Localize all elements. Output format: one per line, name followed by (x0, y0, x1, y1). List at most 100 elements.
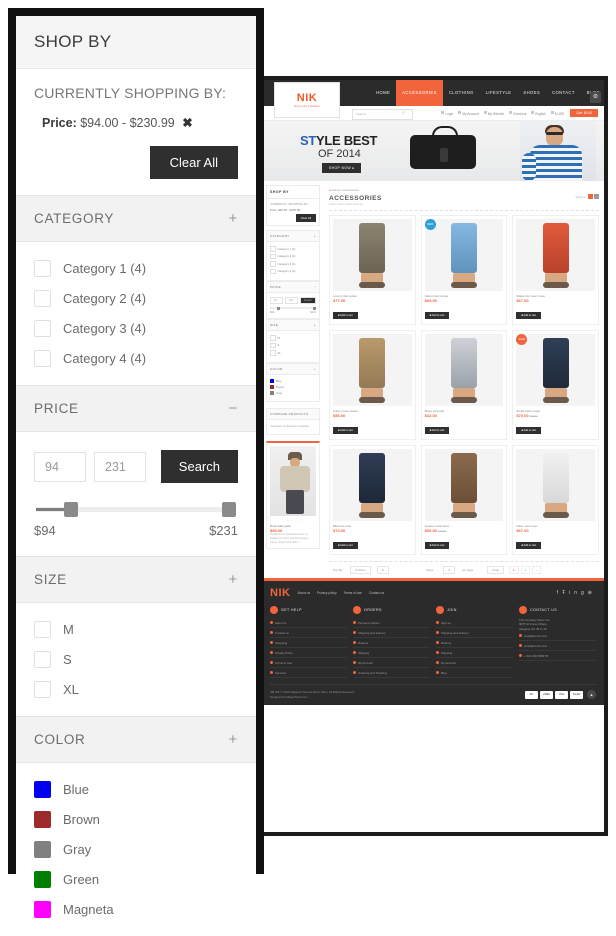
slider-handle-max[interactable] (222, 502, 236, 517)
category-option[interactable]: Category 3 (4) (34, 320, 238, 337)
site-menu-item[interactable]: CLOTHING (443, 80, 480, 106)
color-option[interactable]: Magneta (34, 901, 238, 918)
category-option[interactable]: Category 2 (4) (34, 290, 238, 307)
checkbox-icon[interactable] (34, 350, 51, 367)
footer-list-item[interactable]: Shipping (436, 648, 513, 658)
site-menu-item[interactable]: LIFESTYLE (480, 80, 518, 106)
product-card[interactable]: Bika lore pisa $74.00 ■ Add to cart (329, 445, 416, 555)
social-icon[interactable]: g (581, 590, 588, 596)
footer-list-item[interactable]: Returns (436, 638, 513, 648)
footer-link[interactable]: Contact us (369, 591, 384, 595)
footer-list-item[interactable]: My Account (436, 658, 513, 668)
site-menu-item[interactable]: HOME (370, 80, 396, 106)
cart-button[interactable]: Cart: $0.00 (570, 109, 598, 117)
sidebar-size-option[interactable]: XL (270, 350, 316, 356)
checkbox-icon[interactable] (34, 651, 51, 668)
remove-filter-icon[interactable]: ✖ (182, 116, 192, 130)
sidebar-clear-all[interactable]: Clear All (295, 214, 316, 222)
sidebar-color-option[interactable]: Brown (270, 384, 316, 389)
color-option[interactable]: Green (34, 871, 238, 888)
size-option[interactable]: XL (34, 681, 238, 698)
utility-link[interactable]: My Wishlist (483, 110, 504, 116)
footer-list-item[interactable]: Services (270, 668, 347, 678)
product-card[interactable]: Quase muza sima $60.00 $68.00 ■ Add to car… (420, 445, 508, 555)
size-option[interactable]: S (34, 651, 238, 668)
utility-link[interactable]: My Account (458, 110, 479, 116)
color-swatch[interactable] (34, 841, 51, 858)
sidebar-category-option[interactable]: Category 3 (4) (270, 261, 316, 267)
add-to-cart-button[interactable]: ■ Add to cart (516, 542, 542, 549)
category-option[interactable]: Category 1 (4) (34, 260, 238, 277)
product-card[interactable]: Futen moten katen $56.00 ■ Add to cart (329, 330, 416, 440)
color-swatch[interactable] (34, 901, 51, 918)
footer-list-item[interactable]: Payment options (353, 618, 430, 628)
color-option[interactable]: Blue (34, 781, 238, 798)
shop-now-button[interactable]: SHOP NOW ▸ (322, 163, 362, 173)
utility-link[interactable]: Checkout (508, 110, 526, 116)
utility-link[interactable]: $ USD (550, 110, 564, 116)
back-to-top-button[interactable]: ▲ (587, 690, 596, 699)
size-accordion-header[interactable]: SIZE + (16, 556, 256, 603)
add-to-cart-button[interactable]: ■ Add to cart (333, 427, 358, 434)
site-menu-item[interactable]: CONTACT (546, 80, 581, 106)
footer-link[interactable]: Privacy policy (317, 591, 337, 595)
sidebar-color-option[interactable]: Gray (270, 390, 316, 395)
product-card[interactable]: Mase pola taki $32.00 ■ Add to cart (420, 330, 508, 440)
footer-list-item[interactable]: Shipping and delivery (436, 628, 513, 638)
clear-all-button[interactable]: Clear All (149, 146, 238, 179)
footer-list-item[interactable]: Privacy Policy (270, 648, 347, 658)
sidebar-color-header[interactable]: COLOR + (266, 362, 320, 374)
search-icon[interactable]: ⚲ (402, 110, 405, 115)
footer-list-item[interactable]: Shipping and delivery (353, 628, 430, 638)
add-to-cart-button[interactable]: ■ Add to cart (424, 312, 450, 319)
price-range-slider[interactable] (36, 502, 236, 517)
add-to-cart-button[interactable]: ■ Add to cart (424, 542, 450, 549)
page-2[interactable]: 2 (520, 566, 531, 574)
sidebar-category-option[interactable]: Category 1 (4) (270, 246, 316, 252)
sidebar-price-slider[interactable] (270, 306, 316, 310)
sidebar-category-option[interactable]: Category 4 (4) (270, 268, 316, 274)
checkbox-icon[interactable] (34, 320, 51, 337)
sidebar-price-max[interactable]: 231 (284, 297, 298, 304)
color-swatch[interactable] (34, 871, 51, 888)
page-next[interactable]: › (532, 566, 542, 574)
product-card[interactable]: SALE Simas kiten rugas $70.00 $78.00 ■ Add … (512, 330, 599, 440)
sidebar-price-header[interactable]: PRICE − (266, 281, 320, 292)
product-card[interactable]: Loren miten polas $77.00 ■ Add to cart (329, 215, 416, 325)
footer-list-item[interactable]: Blog (436, 668, 513, 678)
add-to-cart-button[interactable]: ■ Add to cart (424, 427, 450, 434)
contact-email[interactable]: email@smdn.com (519, 631, 596, 642)
color-option[interactable]: Brown (34, 811, 238, 828)
footer-list-item[interactable]: Terms of Use (270, 658, 347, 668)
add-to-cart-button[interactable]: ■ Add to cart (516, 312, 542, 319)
footer-social-icons[interactable]: fŦing⊕ (557, 590, 596, 596)
category-accordion-header[interactable]: CATEGORY + (16, 195, 256, 242)
sidebar-size-option[interactable]: M (270, 335, 316, 341)
slider-handle-min[interactable] (64, 502, 78, 517)
sidebar-color-option[interactable]: Blue (270, 378, 316, 383)
sidebar-category-option[interactable]: Category 2 (4) (270, 253, 316, 259)
price-search-button[interactable]: Search (160, 450, 238, 483)
size-option[interactable]: M (34, 621, 238, 638)
price-max-input[interactable] (94, 451, 146, 482)
footer-list-item[interactable]: Sign up (436, 618, 513, 628)
footer-list-item[interactable]: Ordering and Tracking (353, 668, 430, 678)
checkbox-icon[interactable] (34, 681, 51, 698)
sidebar-price-search[interactable]: Search (299, 297, 316, 304)
product-card[interactable]: Molas tren open zase $67.00 ■ Add to cart (512, 215, 599, 325)
utility-link[interactable]: Login (441, 110, 453, 116)
footer-list-item[interactable]: Contact us (270, 628, 347, 638)
add-to-cart-button[interactable]: ■ Add to cart (333, 312, 358, 319)
footer-list-item[interactable]: Returns (353, 638, 430, 648)
site-menu-item[interactable]: SHOES (517, 80, 546, 106)
sidebar-size-header[interactable]: SIZE + (266, 319, 320, 330)
color-swatch[interactable] (34, 781, 51, 798)
settings-gear-icon[interactable]: ⚙ (590, 92, 601, 103)
sidebar-category-header[interactable]: CATEGORY + (266, 230, 320, 241)
footer-list-item[interactable]: Shipping (353, 648, 430, 658)
site-menu-item[interactable]: ACCESSORIES (396, 80, 443, 106)
footer-list-item[interactable]: About us (270, 618, 347, 628)
product-card[interactable]: Nase vace rupo $67.00 ■ Add to cart (512, 445, 599, 555)
add-to-cart-button[interactable]: ■ Add to cart (333, 542, 358, 549)
social-icon[interactable]: in (569, 590, 581, 596)
